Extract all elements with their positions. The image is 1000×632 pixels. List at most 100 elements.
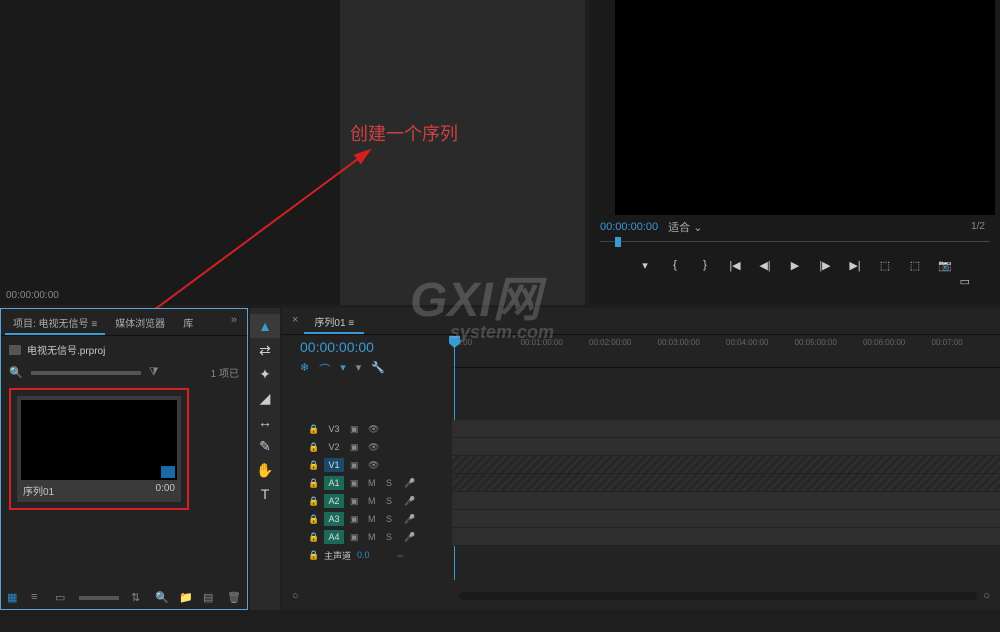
step-forward-icon[interactable]: |▶ [817,257,833,273]
selection-tool-icon[interactable]: ▲ [250,314,280,338]
lock-icon[interactable]: 🔒 [308,460,318,471]
track-lane[interactable] [452,510,1000,528]
extract-icon[interactable]: ⬚ [907,257,923,273]
lock-icon[interactable]: 🔒 [308,442,318,453]
wrench-icon[interactable]: 🔧 [371,361,385,377]
toggle-output-icon[interactable]: ▣ [350,514,362,525]
solo-button[interactable]: S [386,514,398,524]
ripple-edit-tool-icon[interactable]: ✦ [250,362,280,386]
playhead-marker[interactable] [615,237,621,247]
master-value[interactable]: 0.0 [357,550,370,560]
go-out-icon[interactable]: ▶| [847,257,863,273]
toggle-output-icon[interactable]: ▣ [350,532,362,543]
zoom-out-icon[interactable]: ○ [292,590,299,602]
track-header-v1[interactable]: 🔒V1▣👁 [282,456,452,474]
track-lane[interactable] [452,456,1000,474]
go-in-icon[interactable]: |◀ [727,257,743,273]
fullscreen-icon[interactable]: ▭ [960,275,970,288]
timeline-scrollbar[interactable] [459,592,978,600]
mute-button[interactable]: M [368,532,380,542]
lock-icon[interactable]: 🔒 [308,514,318,525]
zoom-slider[interactable] [79,596,119,600]
track-lane[interactable] [452,420,1000,438]
play-icon[interactable]: ▶ [787,257,803,273]
expand-icon[interactable]: ⇔ [396,550,405,560]
hand-tool-icon[interactable]: ✋ [250,458,280,482]
tab-overflow-icon[interactable]: » [225,312,243,335]
tab-project[interactable]: 项目: 电视无信号 ≡ [5,312,105,335]
track-lanes[interactable] [452,420,1000,546]
marker-icon[interactable]: ▾ [637,257,653,273]
voice-icon[interactable]: 🎤 [404,496,416,507]
tab-library[interactable]: 库 [175,312,201,335]
delete-icon[interactable]: 🗑 [227,591,241,605]
track-header-v3[interactable]: 🔒V3▣👁 [282,420,452,438]
track-header-a3[interactable]: 🔒A3▣MS🎤 [282,510,452,528]
track-lane[interactable] [452,474,1000,492]
program-scrubber[interactable] [600,241,990,249]
toggle-output-icon[interactable]: ▣ [350,424,362,435]
slip-tool-icon[interactable]: ↔ [250,410,280,434]
eye-icon[interactable]: 👁 [368,424,380,435]
lift-icon[interactable]: ⬚ [877,257,893,273]
export-frame-icon[interactable]: 📷 [937,257,953,273]
timeline-ruler[interactable]: 00:00 00:01:00:00 00:02:00:00 00:03:00:0… [452,338,1000,368]
mute-button[interactable]: M [368,478,380,488]
toggle-output-icon[interactable]: ▣ [350,496,362,507]
lock-icon[interactable]: 🔒 [308,532,318,543]
timeline-timecode[interactable]: 00:00:00:00 [300,339,374,355]
zoom-dropdown[interactable]: 适合 ⌄ [668,219,702,235]
markers-icon[interactable]: ▾ [340,361,346,377]
find-icon[interactable]: 🔍 [155,591,169,605]
tab-sequence[interactable]: 序列01 ≡ [304,311,364,334]
track-header-a4[interactable]: 🔒A4▣MS🎤 [282,528,452,546]
filter-bar-icon[interactable] [31,371,141,375]
lock-icon[interactable]: 🔒 [308,496,318,507]
in-point-icon[interactable]: { [667,257,683,273]
track-lane[interactable] [452,528,1000,546]
toggle-output-icon[interactable]: ▣ [350,442,362,453]
toggle-output-icon[interactable]: ▣ [350,478,362,489]
eye-icon[interactable]: 👁 [368,460,380,471]
tab-media-browser[interactable]: 媒体浏览器 [107,312,173,335]
pen-tool-icon[interactable]: ✎ [250,434,280,458]
razor-tool-icon[interactable]: ◢ [250,386,280,410]
search-icon[interactable]: 🔍 [9,366,23,379]
voice-icon[interactable]: 🎤 [404,514,416,525]
linked-selection-icon[interactable]: ⌒ [319,361,330,377]
track-header-v2[interactable]: 🔒V2▣👁 [282,438,452,456]
new-bin-icon[interactable]: 📁 [179,591,193,605]
solo-button[interactable]: S [386,478,398,488]
snap-icon[interactable]: ❄ [300,361,309,377]
voice-icon[interactable]: 🎤 [404,532,416,543]
mute-button[interactable]: M [368,514,380,524]
new-item-icon[interactable]: ▤ [203,591,217,605]
lock-icon[interactable]: 🔒 [308,478,318,489]
out-point-icon[interactable]: } [697,257,713,273]
master-track[interactable]: 🔒主声道0.0⇔ [282,546,452,564]
sequence-item[interactable]: 序列01 0:00 [17,396,181,502]
view-list-icon[interactable]: ≡ [31,591,45,605]
track-lane[interactable] [452,492,1000,510]
track-header-a1[interactable]: 🔒A1▣MS🎤 [282,474,452,492]
solo-button[interactable]: S [386,532,398,542]
view-freeform-icon[interactable]: ▭ [55,591,69,605]
step-back-icon[interactable]: ◀| [757,257,773,273]
voice-icon[interactable]: 🎤 [404,478,416,489]
program-timecode[interactable]: 00:00:00:00 [600,221,658,233]
view-thumbnail-icon[interactable]: ▦ [7,591,21,605]
sort-icon[interactable]: ⇅ [131,591,145,605]
track-lane[interactable] [452,438,1000,456]
lock-icon[interactable]: 🔒 [308,424,318,435]
track-select-tool-icon[interactable]: ⇄ [250,338,280,362]
lock-icon[interactable]: 🔒 [308,550,318,561]
eye-icon[interactable]: 👁 [368,442,380,453]
type-tool-icon[interactable]: T [250,482,280,506]
settings-icon[interactable]: ▾ [356,361,362,377]
solo-button[interactable]: S [386,496,398,506]
filter-icon[interactable]: ⧩ [149,366,159,379]
track-header-a2[interactable]: 🔒A2▣MS🎤 [282,492,452,510]
toggle-output-icon[interactable]: ▣ [350,460,362,471]
mute-button[interactable]: M [368,496,380,506]
zoom-in-icon[interactable]: ○ [983,590,990,602]
